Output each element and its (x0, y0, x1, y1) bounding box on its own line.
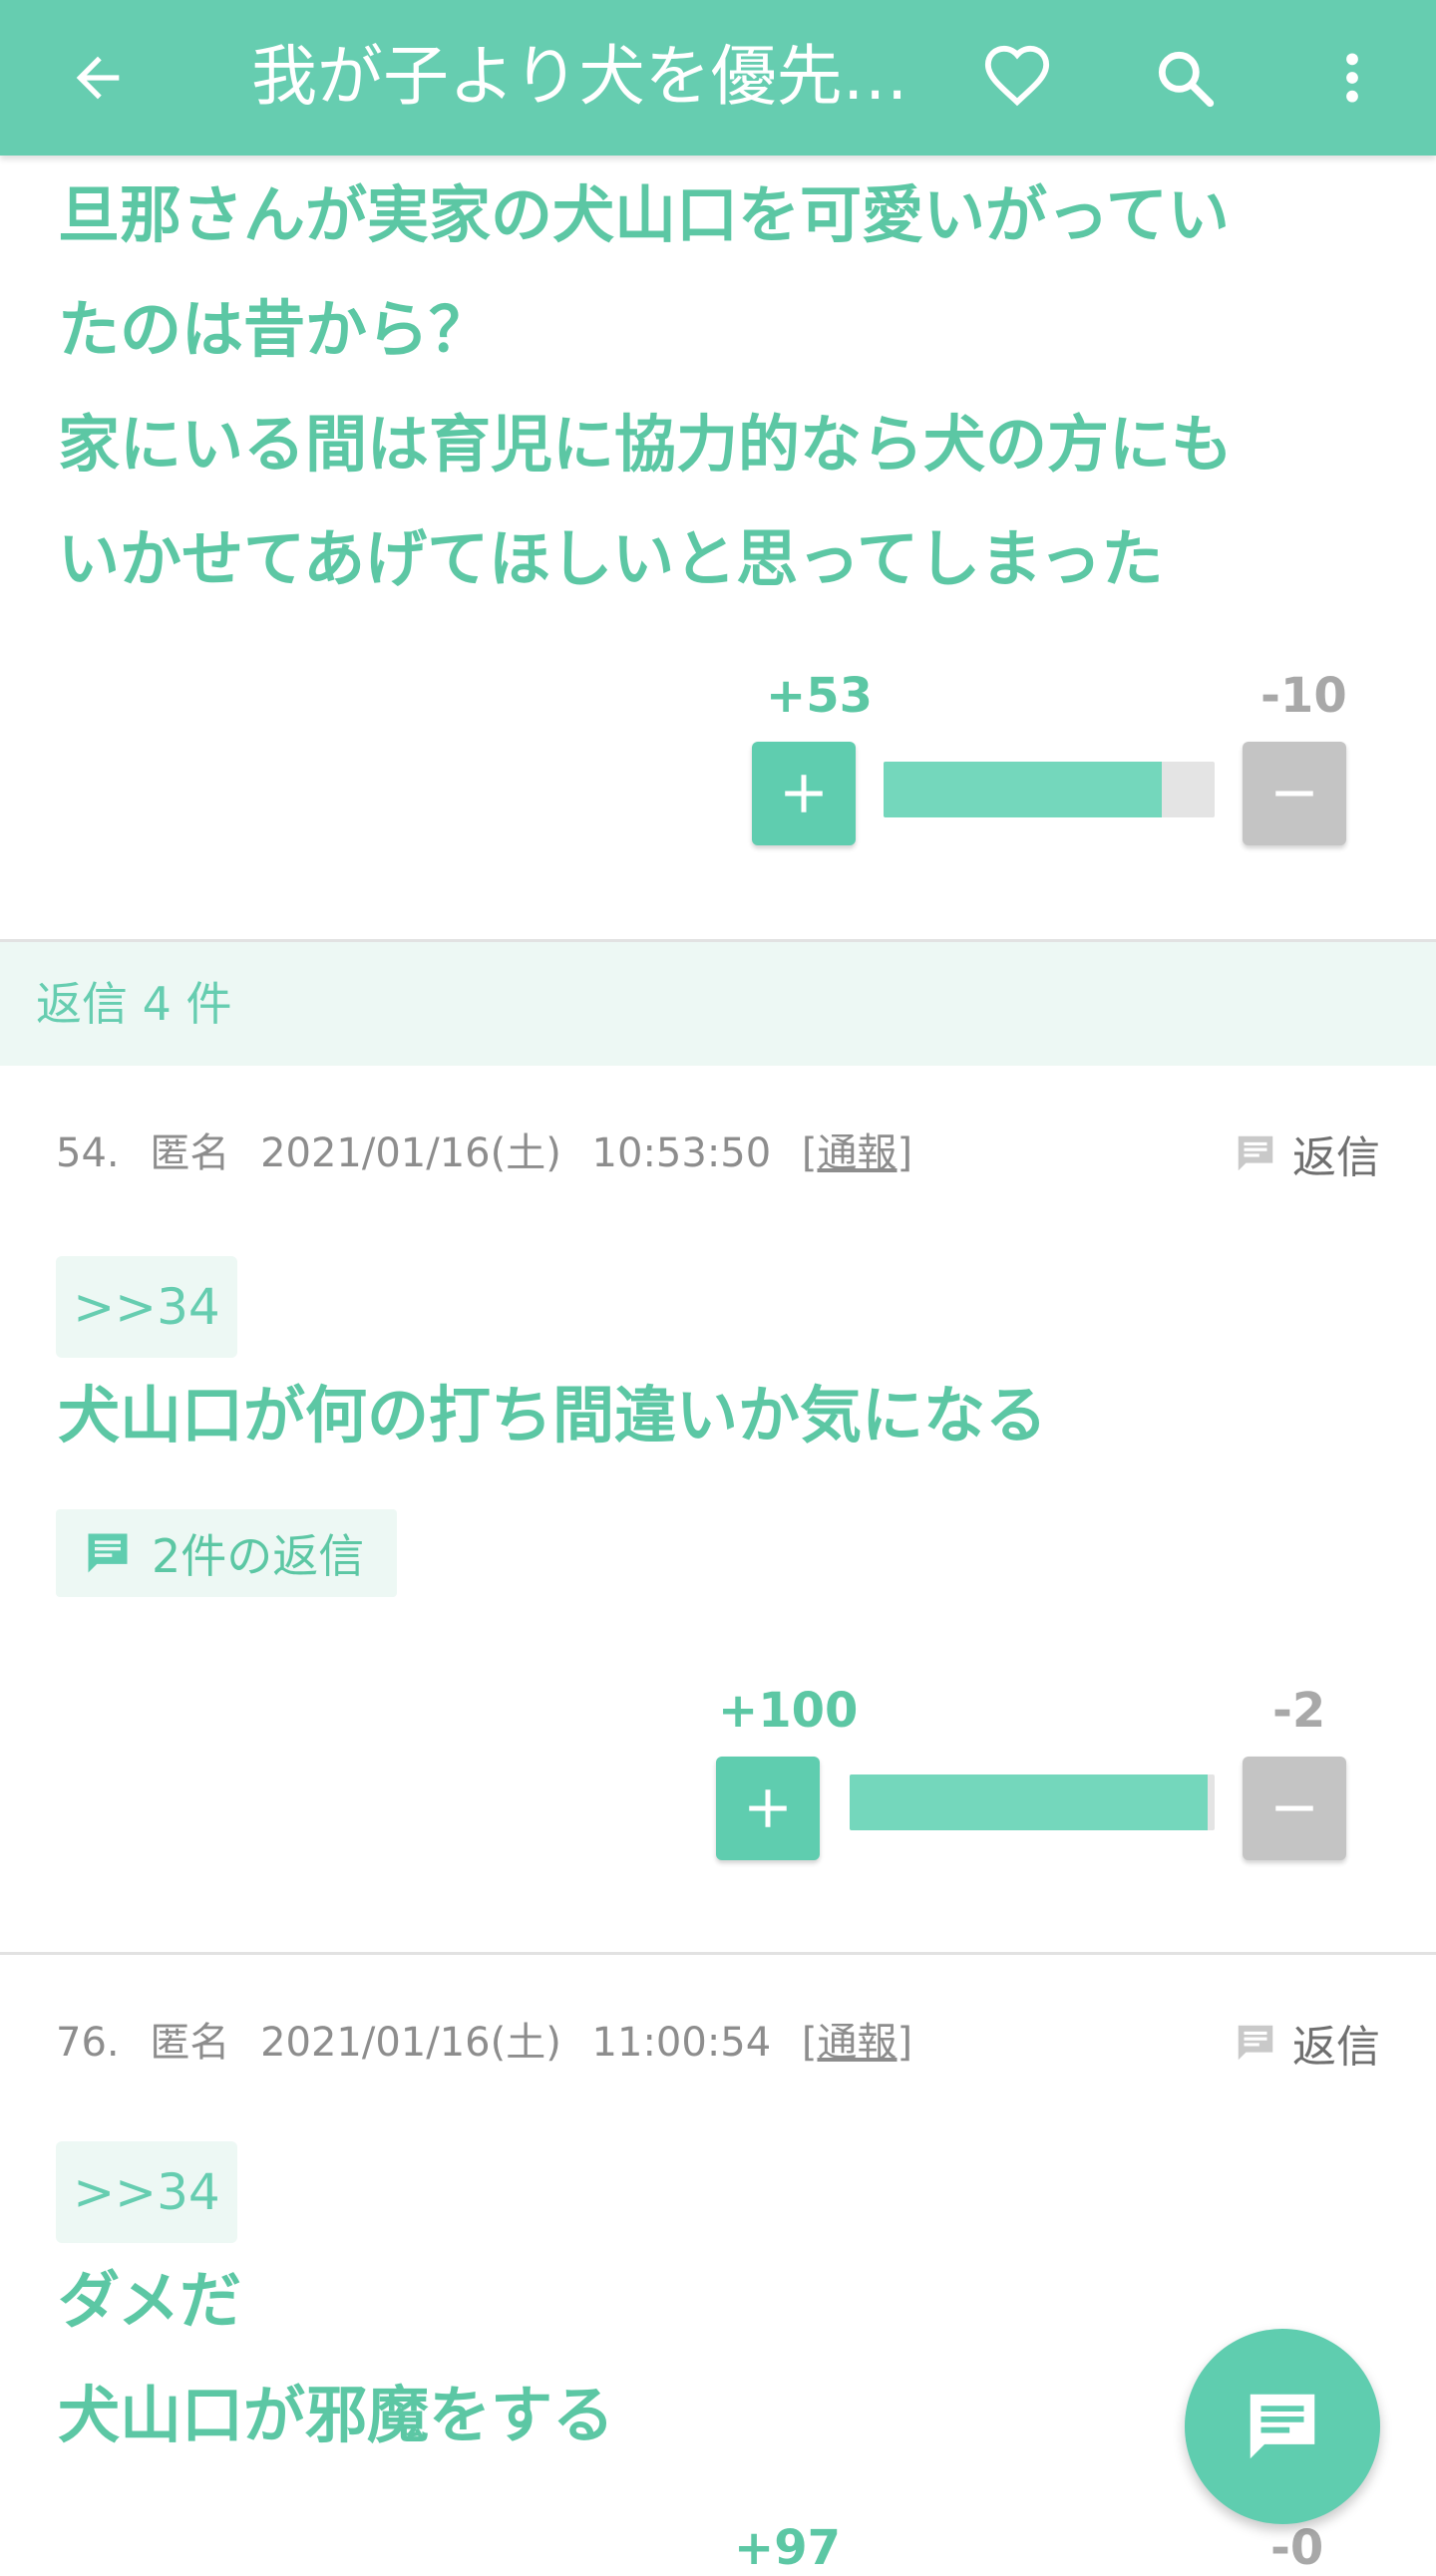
comment-number: 54. (56, 1130, 120, 1176)
vote-ratio-bar (850, 1774, 1215, 1830)
report-link[interactable]: [通報] (802, 2020, 912, 2066)
plus-count: +97 (734, 2520, 842, 2576)
comment-divider (0, 1952, 1436, 1955)
comment-icon (88, 1533, 128, 1573)
vote-ratio-fill (884, 762, 1162, 817)
comment-date: 2021/01/16(土) (260, 2020, 561, 2066)
comment-time: 11:00:54 (591, 2020, 772, 2066)
reply-count-label: 返信 4 件 (36, 977, 232, 1031)
new-comment-fab[interactable] (1185, 2329, 1380, 2524)
plus-count: +53 (766, 668, 874, 724)
comment-date: 2021/01/16(土) (260, 1130, 561, 1176)
minus-count: -2 (1272, 1683, 1326, 1739)
vote-ratio-fill (850, 1774, 1208, 1830)
page-title: 我が子より犬を優先… (251, 38, 908, 115)
vote-ratio-bar (884, 762, 1215, 817)
favorite-button[interactable] (967, 28, 1067, 128)
anchor-link[interactable]: >>34 (56, 1256, 237, 1358)
heart-outline-icon (984, 45, 1050, 107)
replies-count: 2件の返信 (152, 1529, 365, 1583)
more-vertical-icon (1346, 53, 1358, 103)
minus-icon (1275, 791, 1313, 797)
minus-icon (1275, 1805, 1313, 1811)
comment-body: 犬山口が何の打ち間違いか気になる (58, 1379, 1048, 1451)
view-replies-button[interactable]: 2件の返信 (56, 1509, 397, 1597)
app-bar: 我が子より犬を優先… (0, 0, 1436, 156)
comment-meta: 54. 匿名 2021/01/16(土) 10:53:50 [通報] (56, 1119, 930, 1188)
reply-button[interactable]: 返信 (1233, 2008, 1380, 2078)
comment-icon (1238, 2025, 1273, 2061)
comment-meta: 76. 匿名 2021/01/16(土) 11:00:54 [通報] (56, 2008, 930, 2078)
arrow-left-icon (76, 56, 120, 100)
reply-count-header: 返信 4 件 (0, 939, 1436, 1066)
reply-label: 返信 (1292, 1132, 1380, 1183)
more-menu-button[interactable] (1302, 28, 1402, 128)
downvote-button[interactable] (1243, 1757, 1346, 1860)
comment-icon (1238, 1135, 1273, 1171)
plus-count: +100 (718, 1683, 859, 1739)
minus-count: -10 (1260, 668, 1347, 724)
search-button[interactable] (1135, 28, 1235, 128)
downvote-button[interactable] (1243, 742, 1346, 845)
reply-button[interactable]: 返信 (1233, 1119, 1380, 1188)
comment-body: 旦那さんが実家の犬山口を可愛いがってい たのは昔から？ 家にいる間は育児に協力的… (58, 178, 1234, 595)
search-icon (1158, 51, 1215, 108)
plus-icon (785, 775, 823, 812)
plus-icon (749, 1789, 787, 1827)
reply-label: 返信 (1292, 2022, 1380, 2073)
upvote-button[interactable] (752, 742, 856, 845)
report-link[interactable]: [通報] (802, 1130, 912, 1176)
comment-author: 匿名 (150, 2020, 230, 2066)
minus-count: -0 (1270, 2520, 1324, 2576)
back-button[interactable] (48, 28, 148, 128)
upvote-button[interactable] (716, 1757, 820, 1860)
anchor-link[interactable]: >>34 (56, 2141, 237, 2243)
comment-number: 76. (56, 2020, 120, 2066)
comment-icon (1250, 2394, 1315, 2459)
comment-author: 匿名 (150, 1130, 230, 1176)
comment-time: 10:53:50 (591, 1130, 772, 1176)
